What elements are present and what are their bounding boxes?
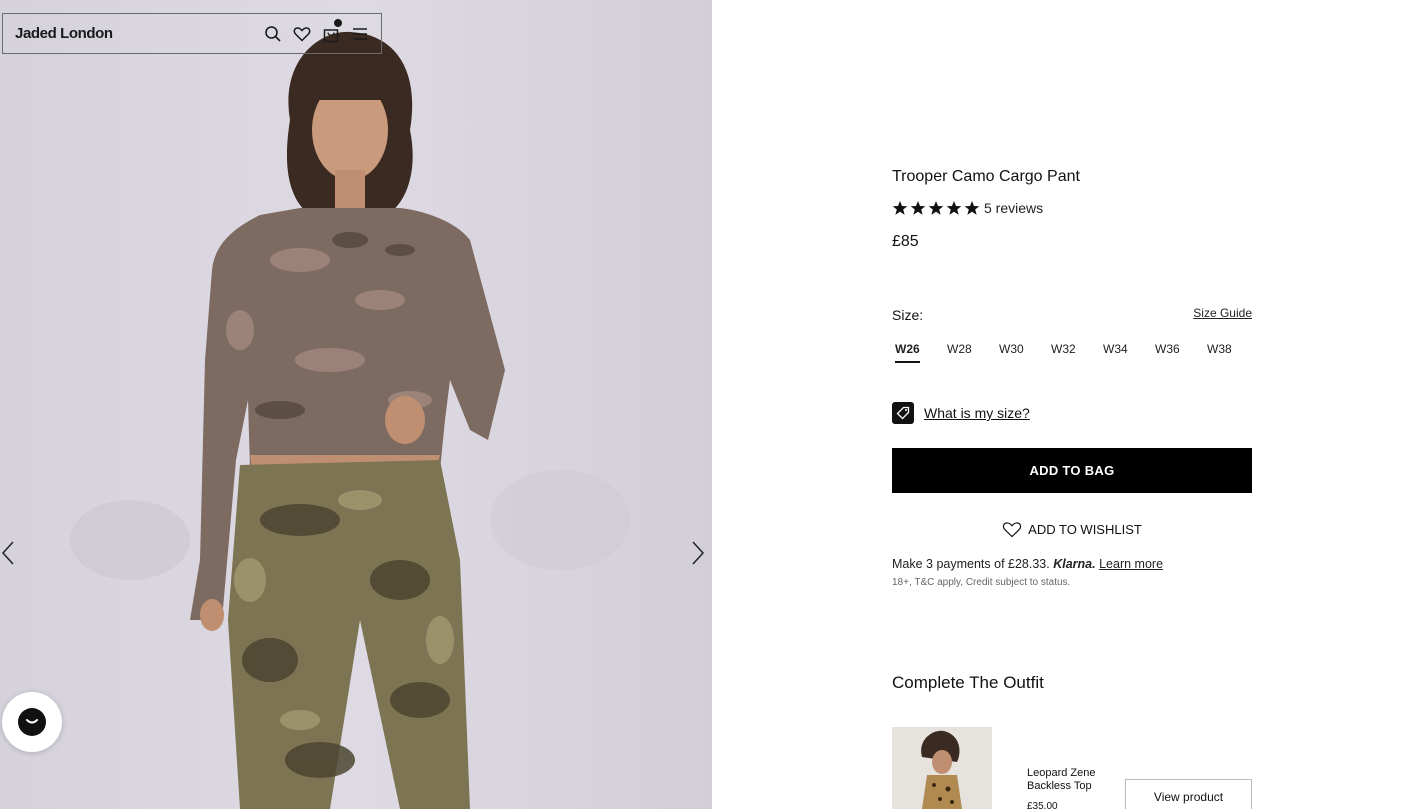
size-option[interactable]: W32 xyxy=(1048,342,1100,362)
star-icon xyxy=(928,201,944,215)
size-option[interactable]: W30 xyxy=(996,342,1048,362)
klarna-logo: Klarna. xyxy=(1053,557,1096,571)
size-option[interactable]: W34 xyxy=(1100,342,1152,362)
product-details: Trooper Camo Cargo Pant 5 reviews £85 Si… xyxy=(892,0,1252,809)
star-icon xyxy=(892,201,908,215)
size-option[interactable]: W36 xyxy=(1152,342,1204,362)
complete-outfit-heading: Complete The Outfit xyxy=(892,673,1044,692)
search-icon[interactable] xyxy=(264,25,282,43)
size-option[interactable]: W28 xyxy=(944,342,996,362)
size-label: Size: xyxy=(892,307,924,323)
size-option-label: W38 xyxy=(1207,342,1232,356)
size-option-label: W30 xyxy=(999,342,1024,356)
size-guide-link[interactable]: Size Guide xyxy=(1193,306,1252,320)
klarna-text: Make 3 payments of £28.33. xyxy=(892,557,1050,571)
heart-icon xyxy=(1003,522,1022,538)
fit-finder[interactable]: What is my size? xyxy=(892,402,1030,424)
cart-count-badge xyxy=(334,18,342,27)
size-selector: W26 W28 W30 W32 W34 W36 W38 xyxy=(892,342,1256,363)
klarna-disclaimer: 18+, T&C apply, Credit subject to status… xyxy=(892,577,1071,588)
add-to-wishlist-button[interactable]: ADD TO WISHLIST xyxy=(892,520,1252,538)
product-title: Trooper Camo Cargo Pant xyxy=(892,168,1080,185)
product-rating[interactable]: 5 reviews xyxy=(892,200,1043,216)
outfit-item-name[interactable]: Leopard Zene Backless Top xyxy=(1027,767,1117,793)
brand-logo[interactable]: Jaded London xyxy=(15,25,264,42)
product-image-gallery xyxy=(0,0,712,809)
product-photo xyxy=(0,0,712,809)
size-option-label: W28 xyxy=(947,342,972,356)
size-option-label: W36 xyxy=(1155,342,1180,356)
product-price: £85 xyxy=(892,233,919,250)
reviews-link[interactable]: 5 reviews xyxy=(984,200,1043,216)
heart-icon[interactable] xyxy=(293,25,311,43)
gallery-next-button[interactable] xyxy=(688,538,708,568)
klarna-learn-more-link[interactable]: Learn more xyxy=(1099,557,1163,571)
size-option[interactable]: W26 xyxy=(892,342,944,363)
chevron-right-icon xyxy=(692,541,705,565)
size-option[interactable]: W38 xyxy=(1204,342,1256,362)
chat-button[interactable] xyxy=(2,692,62,752)
tag-icon xyxy=(892,402,914,424)
chat-icon xyxy=(18,708,46,736)
klarna-message: Make 3 payments of £28.33. Klarna. Learn… xyxy=(892,557,1163,571)
star-icon xyxy=(946,201,962,215)
size-option-label: W26 xyxy=(895,342,920,363)
header-icons xyxy=(264,18,369,43)
size-option-label: W32 xyxy=(1051,342,1076,356)
site-header: Jaded London xyxy=(2,13,382,54)
menu-icon[interactable] xyxy=(351,25,369,43)
star-rating xyxy=(892,200,980,216)
bag-icon[interactable] xyxy=(322,18,342,43)
outfit-item-price: £35.00 xyxy=(1027,801,1058,809)
gallery-prev-button[interactable] xyxy=(0,538,20,568)
chevron-left-icon xyxy=(1,541,14,565)
wishlist-label: ADD TO WISHLIST xyxy=(1028,521,1142,537)
what-is-my-size-link[interactable]: What is my size? xyxy=(924,405,1030,421)
star-icon xyxy=(910,201,926,215)
outfit-item-image[interactable] xyxy=(892,727,992,809)
add-to-bag-button[interactable]: ADD TO BAG xyxy=(892,448,1252,493)
size-option-label: W34 xyxy=(1103,342,1128,356)
star-icon xyxy=(964,201,980,215)
view-product-button[interactable]: View product xyxy=(1125,779,1252,809)
